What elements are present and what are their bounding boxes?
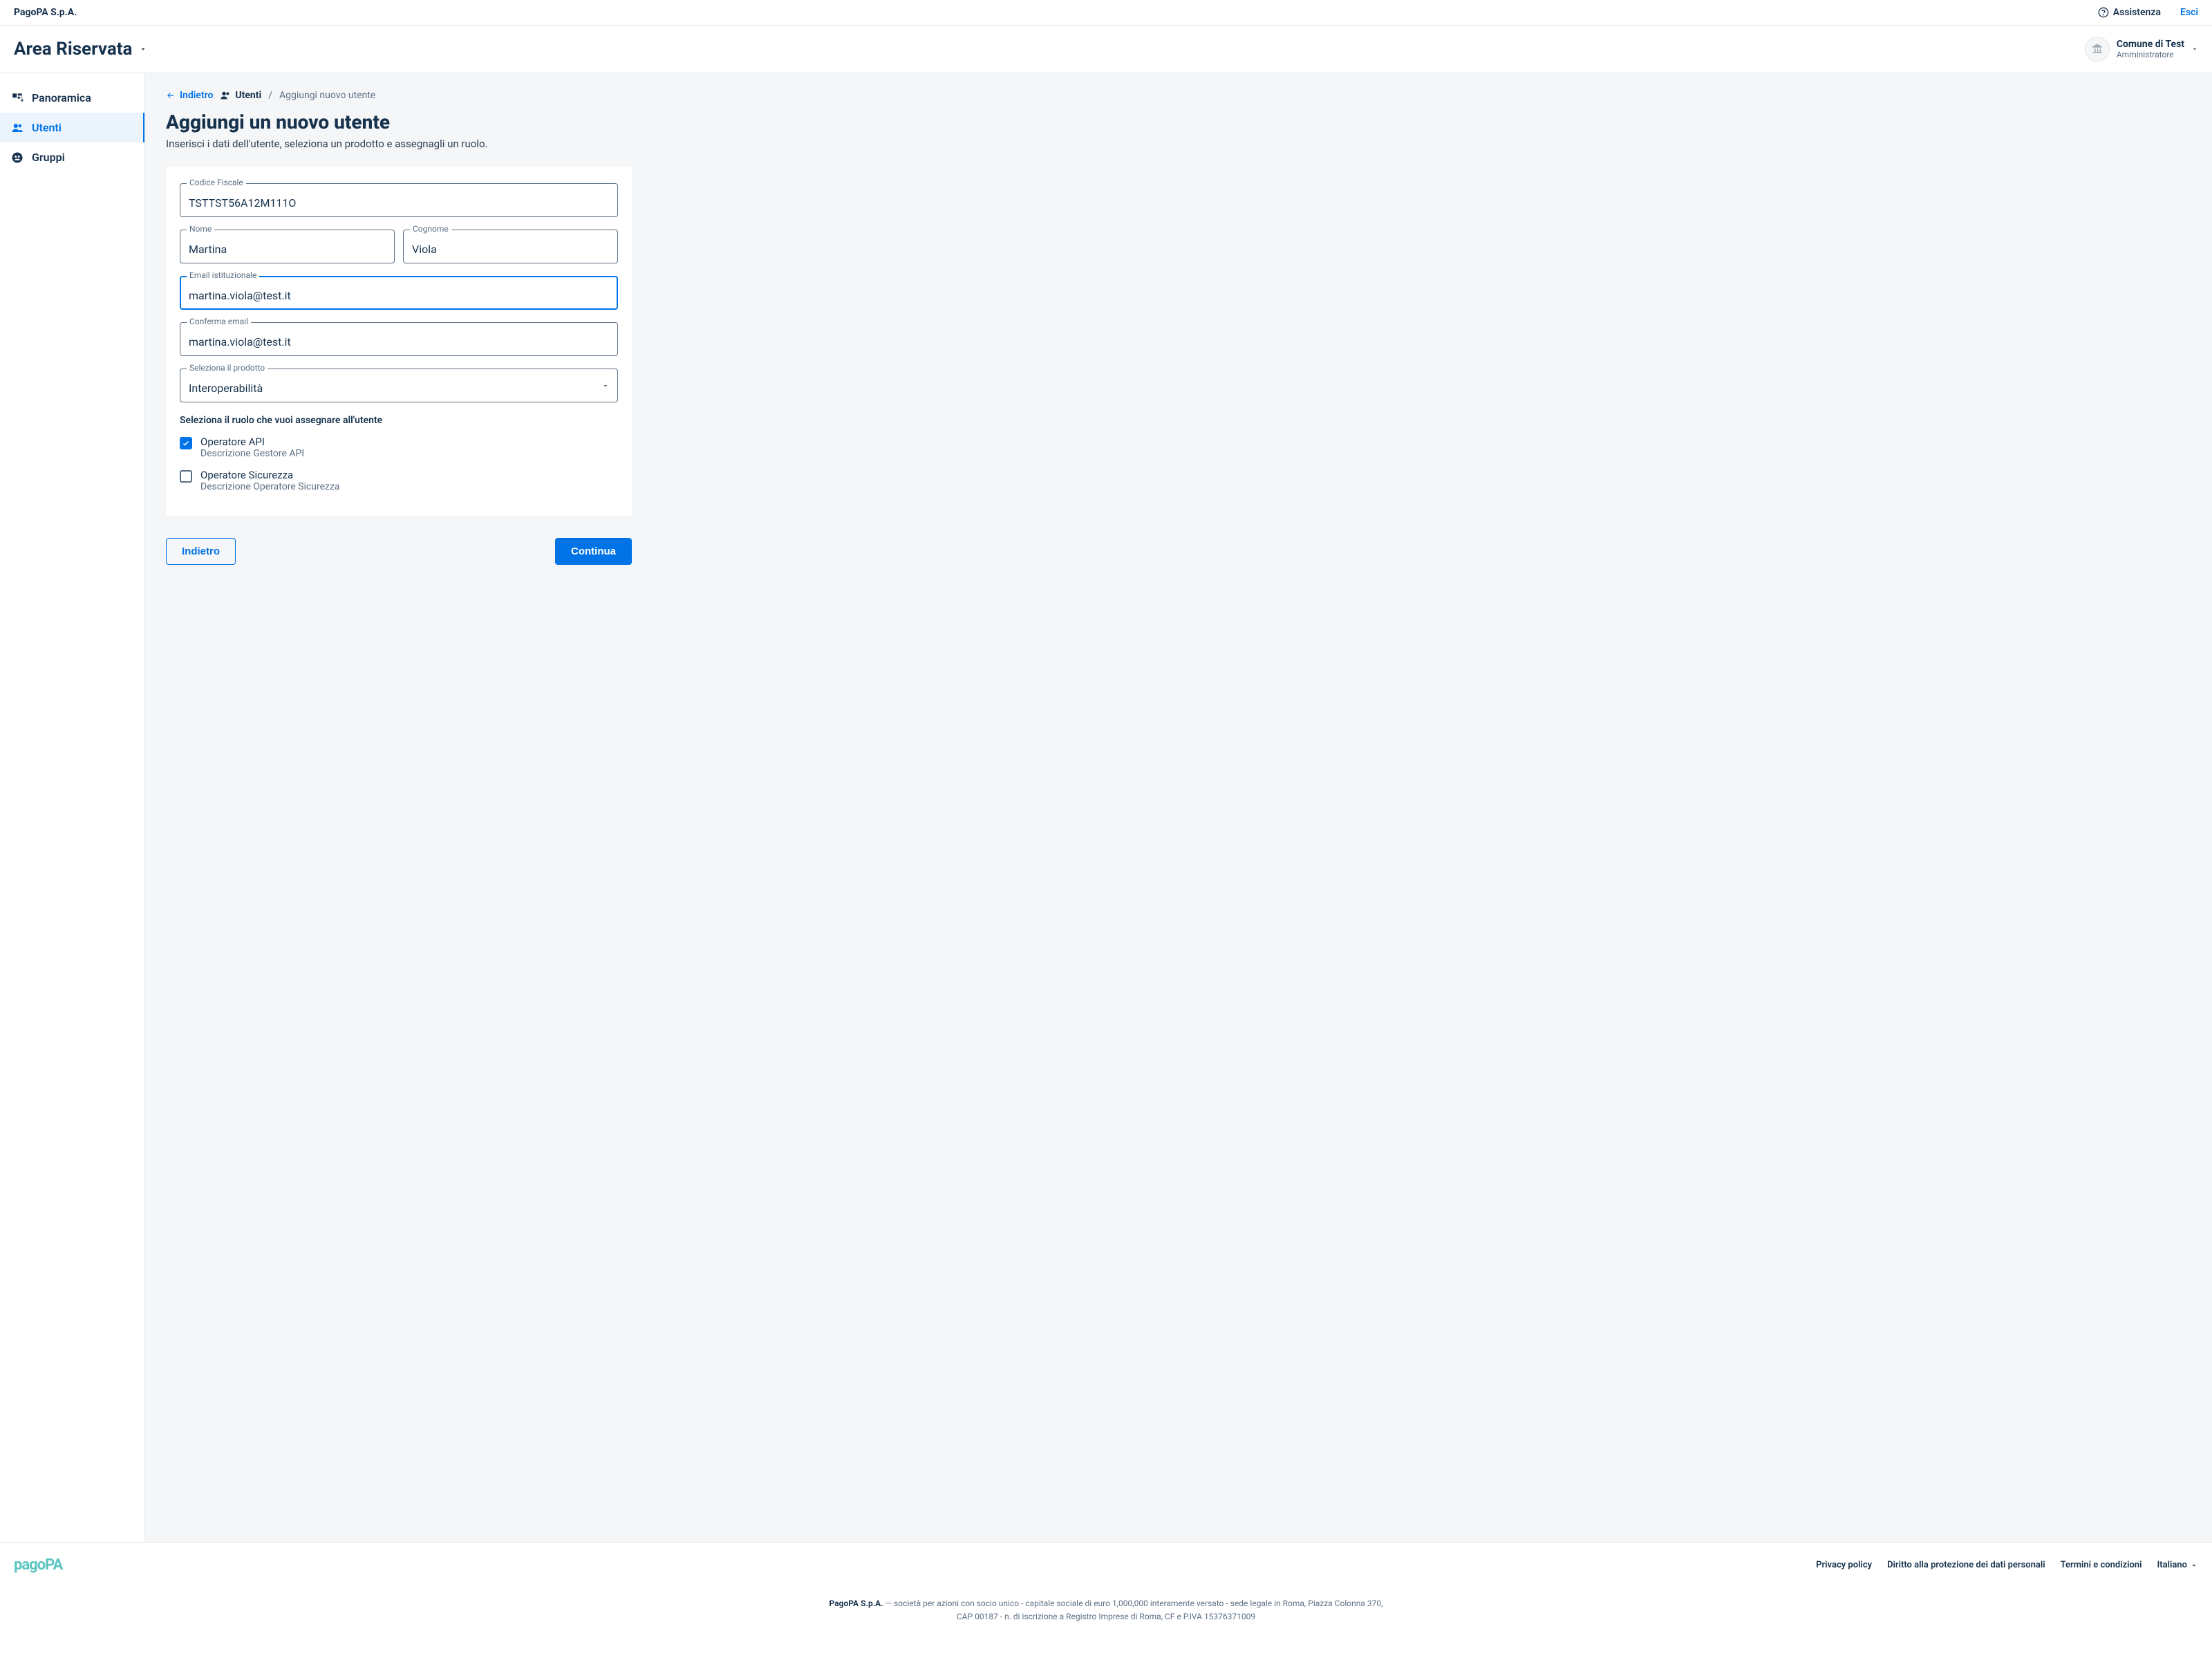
field-cognome: Cognome bbox=[403, 230, 618, 263]
subheader: Area Riservata Comune di Test Amministra… bbox=[0, 26, 2212, 73]
main-content: Indietro Utenti / Aggiungi nuovo utente … bbox=[145, 73, 2212, 1542]
footer-links-bar: pagoPA Privacy policy Diritto alla prote… bbox=[0, 1542, 2212, 1587]
caret-down-icon bbox=[2191, 46, 2198, 53]
sidebar-item-label: Utenti bbox=[32, 121, 62, 134]
field-label: Codice Fiscale bbox=[187, 178, 246, 187]
role-desc: Descrizione Gestore API bbox=[200, 448, 304, 459]
help-link[interactable]: Assistenza bbox=[2098, 7, 2161, 18]
field-label: Nome bbox=[187, 224, 214, 234]
field-label: Cognome bbox=[410, 224, 451, 234]
role-desc: Descrizione Operatore Sicurezza bbox=[200, 481, 340, 492]
field-label: Conferma email bbox=[187, 317, 251, 326]
page-subtitle: Inserisci i dati dell'utente, seleziona … bbox=[166, 138, 2191, 150]
checkbox-checked[interactable] bbox=[180, 437, 192, 449]
sidebar-item-panoramica[interactable]: + Panoramica bbox=[0, 83, 144, 113]
nome-input[interactable] bbox=[180, 230, 395, 263]
dashboard-icon: + bbox=[11, 92, 24, 104]
back-button[interactable]: Indietro bbox=[166, 538, 236, 565]
role-name: Operatore Sicurezza bbox=[200, 469, 340, 481]
users-icon bbox=[220, 90, 231, 101]
footer-legal-company: PagoPA S.p.A. bbox=[830, 1599, 883, 1608]
cognome-input[interactable] bbox=[403, 230, 618, 263]
role-text: Operatore Sicurezza Descrizione Operator… bbox=[200, 469, 340, 492]
building-icon bbox=[2091, 43, 2103, 55]
sidebar-item-label: Panoramica bbox=[32, 91, 91, 104]
roles-heading: Seleziona il ruolo che vuoi assegnare al… bbox=[180, 415, 618, 426]
email-input[interactable] bbox=[180, 276, 618, 310]
field-nome: Nome bbox=[180, 230, 395, 263]
org-meta: Comune di Test Amministratore bbox=[2117, 39, 2184, 59]
field-codice-fiscale: Codice Fiscale bbox=[180, 183, 618, 217]
language-selector[interactable]: Italiano bbox=[2157, 1560, 2198, 1570]
breadcrumb-users[interactable]: Utenti bbox=[220, 90, 261, 101]
breadcrumb: Indietro Utenti / Aggiungi nuovo utente bbox=[166, 90, 2191, 101]
codice-fiscale-input[interactable] bbox=[180, 183, 618, 217]
chevron-down-icon bbox=[601, 382, 610, 390]
product-select[interactable] bbox=[180, 369, 618, 402]
breadcrumb-users-label: Utenti bbox=[235, 90, 261, 101]
exit-link[interactable]: Esci bbox=[2180, 7, 2198, 18]
footer-legal: PagoPA S.p.A. — società per azioni con s… bbox=[0, 1587, 2212, 1644]
role-name: Operatore API bbox=[200, 436, 304, 448]
language-label: Italiano bbox=[2157, 1560, 2187, 1570]
org-name: Comune di Test bbox=[2117, 39, 2184, 50]
sidebar-item-gruppi[interactable]: Gruppi bbox=[0, 142, 144, 172]
field-product: Seleziona il prodotto bbox=[180, 369, 618, 402]
chevron-down-icon bbox=[2190, 1561, 2198, 1570]
footer-links: Privacy policy Diritto alla protezione d… bbox=[1816, 1560, 2198, 1570]
footer-privacy-link[interactable]: Privacy policy bbox=[1816, 1560, 1872, 1570]
org-role: Amministratore bbox=[2117, 50, 2184, 59]
form-card: Codice Fiscale Nome Cognome Email istitu… bbox=[166, 167, 632, 516]
topbar-actions: Assistenza Esci bbox=[2098, 7, 2198, 18]
field-confirm-email: Conferma email bbox=[180, 322, 618, 356]
role-option-operatore-api[interactable]: Operatore API Descrizione Gestore API bbox=[180, 436, 618, 459]
field-email: Email istituzionale bbox=[180, 276, 618, 310]
role-option-operatore-sicurezza[interactable]: Operatore Sicurezza Descrizione Operator… bbox=[180, 469, 618, 492]
checkbox-unchecked[interactable] bbox=[180, 470, 192, 483]
help-icon bbox=[2098, 7, 2109, 18]
field-label: Seleziona il prodotto bbox=[187, 363, 268, 373]
sidebar-item-label: Gruppi bbox=[32, 151, 65, 164]
footer-gdpr-link[interactable]: Diritto alla protezione dei dati persona… bbox=[1887, 1560, 2045, 1570]
org-selector[interactable]: Comune di Test Amministratore bbox=[2085, 37, 2198, 62]
groups-icon bbox=[11, 151, 24, 164]
page-title: Aggiungi un nuovo utente bbox=[166, 111, 2191, 133]
help-label: Assistenza bbox=[2113, 7, 2161, 18]
continue-button[interactable]: Continua bbox=[555, 538, 632, 565]
users-icon bbox=[11, 122, 24, 134]
breadcrumb-separator: / bbox=[268, 90, 272, 101]
sidebar: + Panoramica Utenti Gruppi bbox=[0, 73, 145, 1542]
breadcrumb-back[interactable]: Indietro bbox=[166, 90, 213, 101]
confirm-email-input[interactable] bbox=[180, 322, 618, 356]
breadcrumb-back-label: Indietro bbox=[180, 90, 213, 101]
pagopa-logo: pagoPA bbox=[14, 1556, 62, 1574]
svg-text:+: + bbox=[21, 97, 24, 104]
footer-terms-link[interactable]: Termini e condizioni bbox=[2061, 1560, 2142, 1570]
area-dropdown[interactable]: Area Riservata bbox=[14, 39, 147, 59]
footer-legal-line2: CAP 00187 - n. di iscrizione a Registro … bbox=[957, 1612, 1255, 1621]
field-label: Email istituzionale bbox=[187, 270, 259, 280]
org-avatar bbox=[2085, 37, 2110, 62]
brand-name: PagoPA S.p.A. bbox=[14, 7, 77, 18]
role-text: Operatore API Descrizione Gestore API bbox=[200, 436, 304, 459]
breadcrumb-current: Aggiungi nuovo utente bbox=[279, 90, 375, 101]
topbar: PagoPA S.p.A. Assistenza Esci bbox=[0, 0, 2212, 26]
sidebar-item-utenti[interactable]: Utenti bbox=[0, 113, 144, 142]
arrow-left-icon bbox=[166, 91, 176, 100]
footer-legal-line1: — società per azioni con socio unico - c… bbox=[883, 1599, 1383, 1608]
area-title-label: Area Riservata bbox=[14, 39, 132, 59]
actions-row: Indietro Continua bbox=[166, 538, 632, 565]
check-icon bbox=[182, 439, 190, 447]
caret-down-icon bbox=[139, 45, 147, 53]
layout: + Panoramica Utenti Gruppi Indietro Uten… bbox=[0, 73, 2212, 1542]
